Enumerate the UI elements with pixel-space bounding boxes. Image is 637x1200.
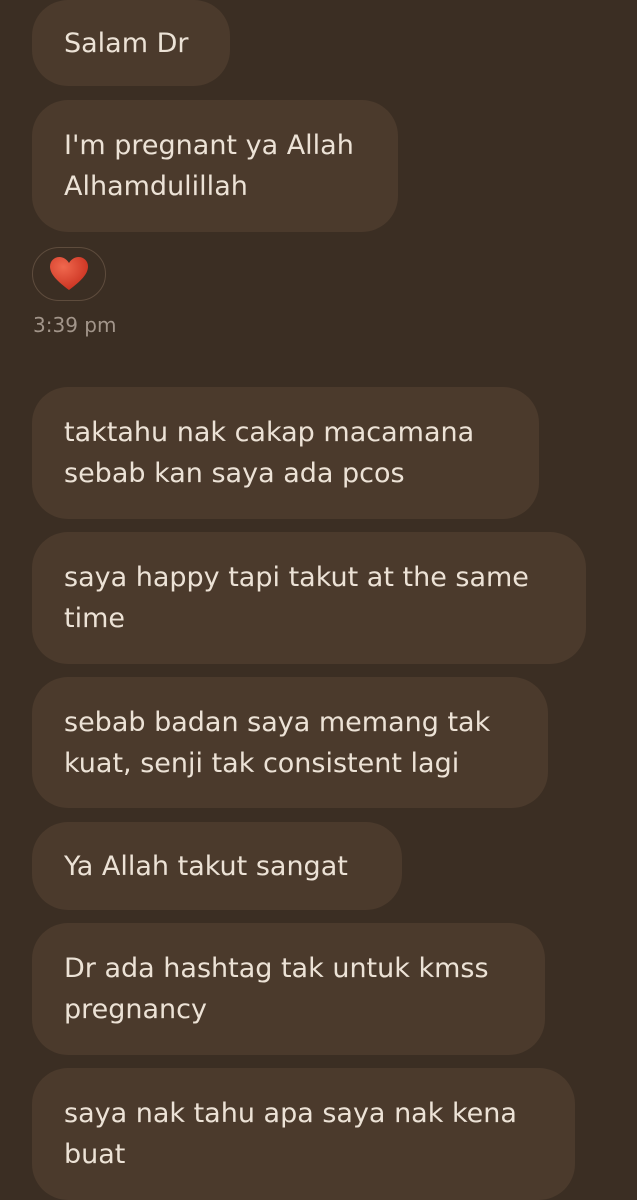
message-bubble[interactable]: saya happy tapi takut at the same time [32, 532, 586, 664]
message-text: saya happy tapi takut at the same time [64, 562, 529, 634]
message-bubble[interactable]: saya nak tahu apa saya nak kena buat [32, 1068, 575, 1200]
message-bubble[interactable]: Dr ada hashtag tak untuk kmss pregnancy [32, 923, 545, 1055]
message-text: saya nak tahu apa saya nak kena buat [64, 1098, 517, 1170]
message-bubble[interactable]: Ya Allah takut sangat [32, 822, 402, 910]
message-thread: Salam Dr I'm pregnant ya Allah Alhamduli… [0, 0, 637, 1200]
heart-icon [50, 257, 88, 290]
message-bubble[interactable]: sebab badan saya memang tak kuat, senji … [32, 677, 548, 808]
message-text: taktahu nak cakap macamana sebab kan say… [64, 417, 475, 489]
message-bubble[interactable]: I'm pregnant ya Allah Alhamdulillah [32, 100, 398, 232]
reaction-badge[interactable] [32, 247, 106, 301]
message-text: I'm pregnant ya Allah Alhamdulillah [64, 130, 354, 202]
message-text: sebab badan saya memang tak kuat, senji … [64, 706, 491, 779]
message-bubble[interactable]: Salam Dr [32, 0, 230, 86]
message-text: Salam Dr [64, 27, 189, 59]
message-bubble[interactable]: taktahu nak cakap macamana sebab kan say… [32, 387, 539, 519]
message-timestamp: 3:39 pm [33, 313, 117, 337]
message-text: Dr ada hashtag tak untuk kmss pregnancy [64, 953, 489, 1025]
message-text: Ya Allah takut sangat [64, 850, 348, 882]
